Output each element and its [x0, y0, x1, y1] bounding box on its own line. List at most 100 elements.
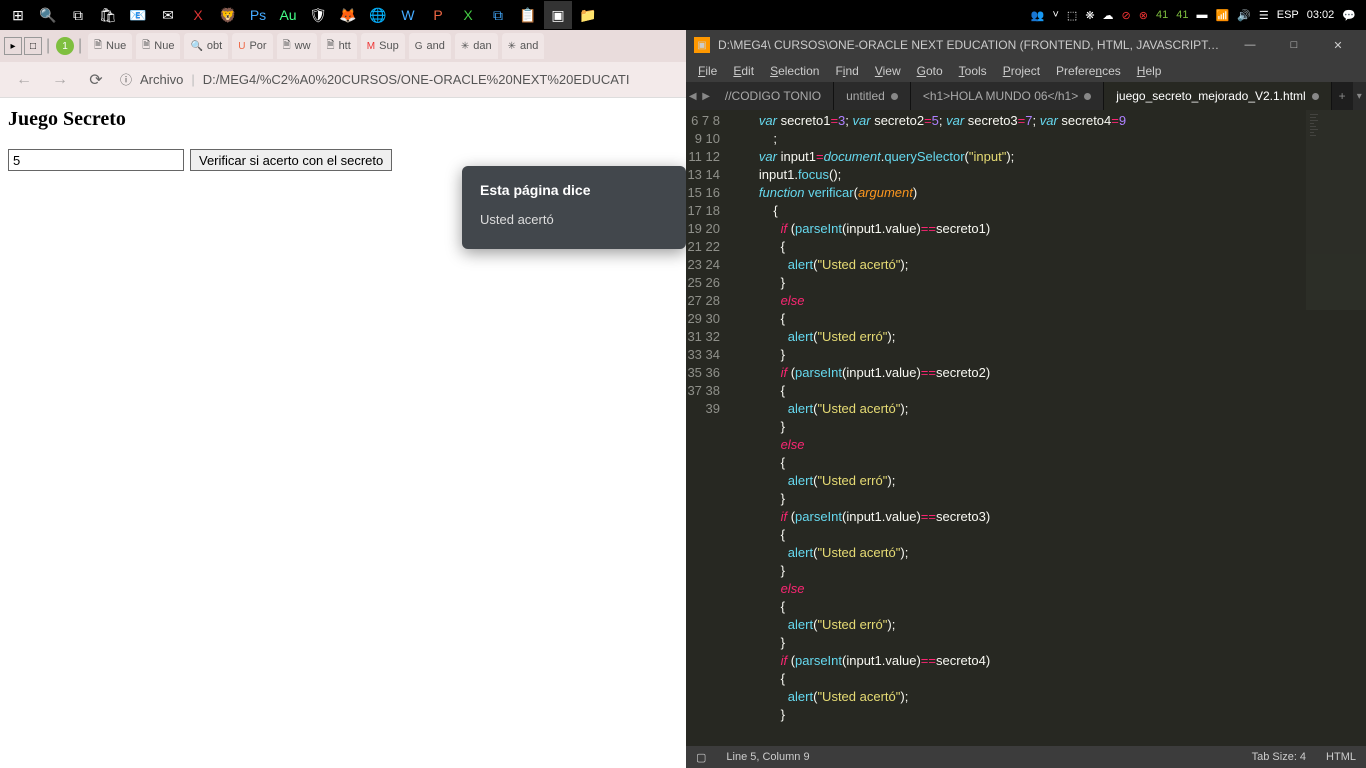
- brave-icon[interactable]: 🛡: [304, 1, 332, 29]
- tray-icon[interactable]: ☰: [1259, 9, 1269, 22]
- notifications-icon[interactable]: 💬: [1342, 9, 1356, 22]
- verify-button[interactable]: Verificar si acerto con el secreto: [190, 149, 392, 171]
- addr-path: D:/MEG4/%C2%A0%20CURSOS/ONE-ORACLE%20NEX…: [203, 72, 630, 87]
- minimap[interactable]: ▬▬▬▬▬▬▬▬▬▬▬▬▬▬▬▬▬▬▬▬▬▬▬▬▬: [1306, 110, 1366, 310]
- sublime-icon[interactable]: ▣: [544, 1, 572, 29]
- addr-scheme: Archivo: [140, 72, 183, 87]
- close-button[interactable]: ✕: [1318, 31, 1358, 59]
- browser-tab[interactable]: ✳and: [502, 33, 545, 59]
- stat-2: 41: [1176, 9, 1188, 21]
- menu-view[interactable]: View: [869, 64, 907, 78]
- tab-control-icon[interactable]: □: [24, 37, 42, 55]
- taskbar-left: ⊞ 🔍 ⧉ 🛍 📧 ✉ X 🦁 Ps Au 🛡 🦊 🌐 W P X ⧉ 📋 ▣ …: [4, 1, 1031, 29]
- tabs-scroll-right[interactable]: ▶: [699, 82, 712, 110]
- editor-body[interactable]: 6 7 8 9 10 11 12 13 14 15 16 17 18 19 20…: [686, 110, 1366, 746]
- tab-label: obt: [207, 40, 222, 52]
- browser-tab[interactable]: 🔍 obt: [184, 33, 228, 59]
- tab-control-icon[interactable]: ▸: [4, 37, 22, 55]
- menu-find[interactable]: Find: [829, 64, 864, 78]
- tray-icon[interactable]: ❋: [1085, 9, 1094, 22]
- tabs-dropdown[interactable]: ▾: [1353, 82, 1366, 110]
- browser-tab[interactable]: 🗎 Nue: [88, 33, 132, 59]
- menu-selection[interactable]: Selection: [764, 64, 825, 78]
- onedrive-icon[interactable]: ☁: [1103, 9, 1114, 22]
- tray-icon[interactable]: ⊗: [1139, 9, 1148, 22]
- browser-tab[interactable]: 🗎ww: [277, 33, 317, 59]
- browser-tab[interactable]: MSup: [361, 33, 405, 59]
- tray-icon[interactable]: ⬚: [1067, 9, 1077, 22]
- page-icon: 🗎: [327, 38, 335, 55]
- edge-icon[interactable]: 🌐: [364, 1, 392, 29]
- browser-tab[interactable]: UPor: [232, 33, 272, 59]
- editor-tab[interactable]: //CODIGO TONIO: [713, 82, 834, 110]
- menu-goto[interactable]: Goto: [911, 64, 949, 78]
- tabs-scroll-left[interactable]: ◀: [686, 82, 699, 110]
- chevron-up-icon[interactable]: ˅: [1052, 9, 1058, 21]
- tab-label: dan: [473, 40, 491, 52]
- menu-edit[interactable]: Edit: [727, 64, 760, 78]
- menu-help[interactable]: Help: [1131, 64, 1168, 78]
- editor-statusbar: ▢ Line 5, Column 9 Tab Size: 4 HTML: [686, 746, 1366, 768]
- sidebar-toggle-icon[interactable]: ▢: [696, 751, 706, 764]
- photoshop-icon[interactable]: Ps: [244, 1, 272, 29]
- store-icon[interactable]: 🛍: [94, 1, 122, 29]
- search-icon: 🔍: [190, 41, 202, 52]
- page-icon: ✳: [508, 41, 516, 52]
- app-icon[interactable]: X: [184, 1, 212, 29]
- explorer-icon[interactable]: 📁: [574, 1, 602, 29]
- new-tab-button[interactable]: +: [1332, 82, 1353, 110]
- taskview-icon[interactable]: ⧉: [64, 1, 92, 29]
- audition-icon[interactable]: Au: [274, 1, 302, 29]
- back-button[interactable]: ←: [12, 68, 36, 92]
- app-icon[interactable]: ✉: [154, 1, 182, 29]
- browser-tab[interactable]: Gand: [409, 33, 451, 59]
- browser-tab[interactable]: 🗎Nue: [136, 33, 180, 59]
- browser-tab[interactable]: ✳ dan: [455, 33, 498, 59]
- language-indicator[interactable]: ESP: [1277, 9, 1299, 21]
- editor-tab[interactable]: juego_secreto_mejorado_V2.1.html: [1104, 82, 1331, 110]
- tab-profile-icon[interactable]: 1: [56, 37, 74, 55]
- editor-tab[interactable]: <h1>HOLA MUNDO 06</h1>: [911, 82, 1104, 110]
- mail-icon[interactable]: 📧: [124, 1, 152, 29]
- tray-icon[interactable]: ⊘: [1122, 9, 1131, 22]
- firefox-icon[interactable]: 🦊: [334, 1, 362, 29]
- maximize-button[interactable]: □: [1274, 31, 1314, 59]
- page-icon: 🗎: [94, 38, 102, 55]
- word-icon[interactable]: W: [394, 1, 422, 29]
- syntax-mode[interactable]: HTML: [1326, 751, 1356, 763]
- browser-tab[interactable]: 🗎htt: [321, 33, 357, 59]
- page-icon: ✳: [461, 41, 469, 52]
- guess-input[interactable]: [8, 149, 184, 171]
- editor-menubar: File Edit Selection Find View Goto Tools…: [686, 60, 1366, 82]
- editor-tab[interactable]: untitled: [834, 82, 911, 110]
- tab-label: //CODIGO TONIO: [725, 89, 821, 103]
- info-icon: ⓘ: [120, 71, 132, 88]
- menu-file[interactable]: File: [692, 64, 723, 78]
- menu-tools[interactable]: Tools: [953, 64, 993, 78]
- volume-icon[interactable]: 🔊: [1237, 9, 1251, 22]
- sublime-logo-icon: ▣: [694, 37, 710, 53]
- code-area[interactable]: var secreto1=3; var secreto2=5; var secr…: [730, 110, 1366, 746]
- tray-icon[interactable]: 👥: [1031, 9, 1045, 22]
- reload-button[interactable]: ⟳: [84, 68, 108, 92]
- minimize-button[interactable]: —: [1230, 31, 1270, 59]
- menu-preferences[interactable]: Preferences: [1050, 64, 1127, 78]
- address-bar[interactable]: ⓘ Archivo | D:/MEG4/%C2%A0%20CURSOS/ONE-…: [120, 71, 674, 88]
- search-icon[interactable]: 🔍: [34, 1, 62, 29]
- app-icon[interactable]: 🦁: [214, 1, 242, 29]
- menu-project[interactable]: Project: [997, 64, 1046, 78]
- cursor-position[interactable]: Line 5, Column 9: [726, 751, 809, 763]
- battery-icon[interactable]: ▬: [1196, 9, 1207, 21]
- tab-size[interactable]: Tab Size: 4: [1252, 751, 1306, 763]
- powerpoint-icon[interactable]: P: [424, 1, 452, 29]
- forward-button[interactable]: →: [48, 68, 72, 92]
- wifi-icon[interactable]: 📶: [1215, 9, 1229, 22]
- app-icon[interactable]: 📋: [514, 1, 542, 29]
- tab-label: Nue: [106, 40, 126, 52]
- clock[interactable]: 03:02: [1307, 9, 1335, 21]
- start-icon[interactable]: ⊞: [4, 1, 32, 29]
- vscode-icon[interactable]: ⧉: [484, 1, 512, 29]
- excel-icon[interactable]: X: [454, 1, 482, 29]
- tab-label: ww: [295, 40, 311, 52]
- page-icon: 🗎: [142, 38, 150, 55]
